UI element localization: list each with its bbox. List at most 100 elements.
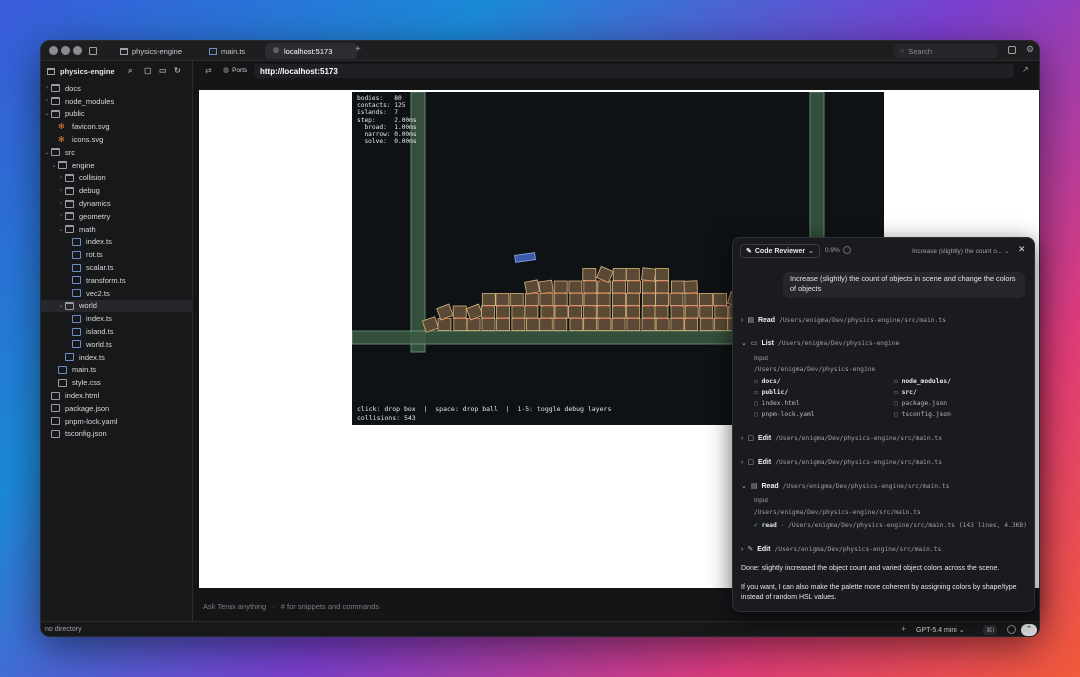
tree-item[interactable]: › geometry <box>41 210 193 223</box>
tree-item[interactable]: ⌄ engine <box>41 159 193 172</box>
physics-box <box>627 280 641 294</box>
step-edit[interactable]: › ▢ Edit /Users/enigma/Dev/physics-engine… <box>741 434 942 443</box>
tree-item[interactable]: › docs <box>41 82 193 95</box>
pencil-icon: ✎ <box>747 546 754 553</box>
physics-box <box>553 318 568 331</box>
tree-item[interactable]: ✻ icons.svg <box>41 133 193 146</box>
physics-box <box>597 318 612 331</box>
send-button[interactable]: ⌃ <box>1021 624 1037 636</box>
physics-box <box>713 293 727 306</box>
tree-item[interactable]: › node_modules <box>41 95 193 108</box>
chevron-down-icon: ⌄ <box>741 340 747 347</box>
physics-box <box>596 293 611 306</box>
folder-icon <box>47 67 55 75</box>
tree-item[interactable]: pnpm-lock.yaml <box>41 415 193 428</box>
new-tab-button[interactable]: + <box>355 44 361 55</box>
new-folder-icon[interactable]: ▭ <box>159 66 167 75</box>
step-list[interactable]: ⌄ ▭ List /Users/enigma/Dev/physics-engine <box>741 339 899 348</box>
tree-item[interactable]: ⌄ public <box>41 108 193 121</box>
tree-item[interactable]: scalar.ts <box>41 261 193 274</box>
minimize-window-button[interactable] <box>61 46 70 55</box>
new-file-icon[interactable]: ▢ <box>144 66 152 75</box>
reload-icon[interactable]: ⇄ <box>205 66 212 75</box>
tree-item[interactable]: ⌄ math <box>41 223 193 236</box>
globe-icon: ◍ <box>223 67 230 74</box>
physics-box <box>641 293 656 306</box>
model-selector[interactable]: GPT-5.4 mini ⌄ <box>916 626 965 634</box>
tree-item[interactable]: package.json <box>41 402 193 415</box>
briefcase-icon[interactable] <box>1008 46 1016 54</box>
typescript-file-icon <box>72 340 81 349</box>
physics-box <box>481 293 496 306</box>
tree-item[interactable]: main.ts <box>41 364 193 377</box>
list-file: ▢ package.json <box>894 400 947 407</box>
maximize-window-button[interactable] <box>73 46 82 55</box>
tab-main-ts[interactable]: main.ts <box>202 43 252 59</box>
step-path: /Users/enigma/Dev/physics-engine/src/mai… <box>774 545 942 553</box>
tree-item[interactable]: ⌄ src <box>41 146 193 159</box>
tab-label: physics-engine <box>132 46 183 56</box>
tree-item-label: pnpm-lock.yaml <box>65 416 118 426</box>
tree-item[interactable]: index.ts <box>41 312 193 325</box>
add-icon[interactable]: + <box>901 624 906 634</box>
ports-button[interactable]: ◍ Ports <box>223 66 247 75</box>
file-explorer: physics-engine ⌕ ▢ ▭ ↻ › docs › node_module… <box>41 61 193 621</box>
tree-item-label: docs <box>65 83 81 93</box>
tab-localhost[interactable]: ◍ localhost:5173 <box>265 43 357 59</box>
status-bar: no directory + GPT-5.4 mini ⌄ ⌘I ⌃ <box>41 621 1039 636</box>
step-verb: Edit <box>757 434 772 442</box>
folder-icon <box>65 225 74 234</box>
tab-project[interactable]: physics-engine <box>113 43 189 59</box>
step-edit[interactable]: › ▢ Edit /Users/enigma/Dev/physics-engine… <box>741 458 942 467</box>
file-icon: ▢ <box>754 400 762 407</box>
refresh-icon[interactable]: ↻ <box>174 66 181 75</box>
tree-item-label: transform.ts <box>86 275 126 285</box>
ask-hint: # for snippets and commands <box>280 601 380 611</box>
tree-item[interactable]: tsconfig.json <box>41 428 193 441</box>
sidebar-toggle-icon[interactable] <box>89 47 97 55</box>
tree-item[interactable]: › debug <box>41 184 193 197</box>
chevron-right-icon: › <box>741 545 744 553</box>
physics-box <box>626 305 640 319</box>
tree-item[interactable]: index.ts <box>41 351 193 364</box>
search-icon[interactable]: ⌕ <box>128 66 132 76</box>
physics-box <box>466 318 481 331</box>
thread-selector[interactable]: Increase (slightly) the count o... ⌄ <box>912 247 1010 255</box>
tree-item[interactable]: index.ts <box>41 236 193 249</box>
list-file: ▢ index.html <box>754 400 800 407</box>
typescript-file-icon <box>209 47 217 55</box>
tree-item[interactable]: › collision <box>41 172 193 185</box>
tree-item[interactable]: transform.ts <box>41 274 193 287</box>
step-read[interactable]: › ▤ Read /Users/enigma/Dev/physics-engine… <box>741 316 946 325</box>
physics-box <box>670 280 685 294</box>
tree-item[interactable]: index.html <box>41 389 193 402</box>
close-icon[interactable]: ✕ <box>1018 244 1026 255</box>
agent-title: Code Reviewer <box>754 247 806 255</box>
file-icon: ▤ <box>750 483 758 490</box>
search-input[interactable]: ○ Search <box>894 44 998 58</box>
clock-icon[interactable] <box>1007 625 1016 634</box>
tree-item-label: vec2.ts <box>86 288 110 298</box>
step-read[interactable]: ⌄ ▤ Read /Users/enigma/Dev/physics-engine… <box>741 482 949 491</box>
chevron-down-icon: ⌄ <box>58 226 64 233</box>
agent-selector[interactable]: ✎ Code Reviewer ⌄ <box>740 244 820 258</box>
physics-box <box>669 293 684 306</box>
url-input[interactable]: http://localhost:5173 <box>254 64 1014 78</box>
folder-icon: ▭ <box>750 340 758 347</box>
tree-item[interactable]: ⌄ world <box>41 299 193 313</box>
tree-item[interactable]: island.ts <box>41 325 193 338</box>
tree-item[interactable]: ✻ favicon.svg <box>41 120 193 133</box>
close-window-button[interactable] <box>49 46 58 55</box>
tree-item[interactable]: world.ts <box>41 338 193 351</box>
tree-item[interactable]: › dynamics <box>41 197 193 210</box>
physics-box <box>511 318 526 331</box>
context-percent: 0.9% <box>825 247 840 254</box>
gear-icon[interactable]: ⚙ <box>1026 44 1034 55</box>
open-external-icon[interactable]: ↗ <box>1022 65 1029 74</box>
tree-item[interactable]: vec2.ts <box>41 287 193 300</box>
physics-box <box>495 293 510 306</box>
step-edit[interactable]: › ✎ Edit /Users/enigma/Dev/physics-engine… <box>741 545 942 554</box>
tree-item[interactable]: style.css <box>41 376 193 389</box>
tree-item[interactable]: rot.ts <box>41 248 193 261</box>
tree-item-label: node_modules <box>65 96 115 106</box>
